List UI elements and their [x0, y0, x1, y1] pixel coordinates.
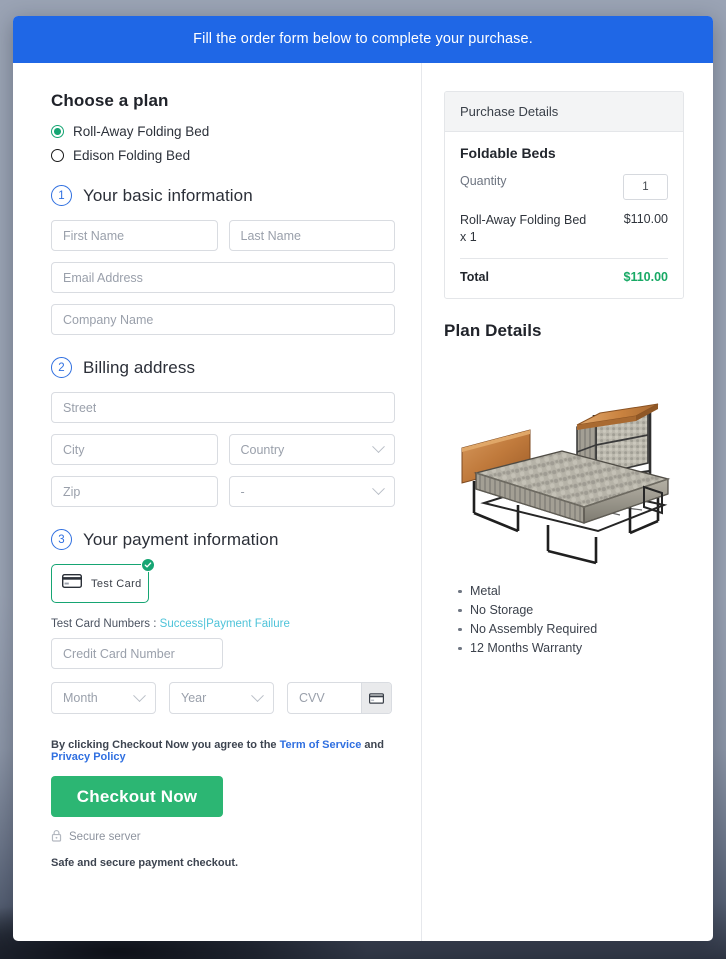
product-title: Foldable Beds	[460, 145, 556, 161]
last-name-input[interactable]: Last Name	[228, 220, 395, 251]
secure-server-note: Secure server	[51, 829, 395, 845]
checkout-now-button[interactable]: Checkout Now	[51, 776, 223, 817]
line-item-row: Roll-Away Folding Bed x 1 $110.00	[460, 212, 668, 246]
email-placeholder: Email Address	[63, 270, 143, 285]
state-select[interactable]: -	[228, 476, 395, 507]
choose-plan-heading: Choose a plan	[51, 91, 169, 110]
zip-placeholder: Zip	[63, 484, 81, 499]
purchase-details-body: Foldable Beds Quantity 1 Roll-Away Foldi…	[445, 132, 683, 298]
purchase-details-header: Purchase Details	[445, 92, 683, 132]
line-item-description: Roll-Away Folding Bed x 1	[460, 213, 587, 244]
state-placeholder: -	[240, 484, 245, 499]
legal-prefix: By clicking Checkout Now you agree to th…	[51, 739, 277, 751]
step-number-badge: 1	[51, 185, 72, 206]
payment-method-test-card[interactable]: Test Card	[51, 558, 155, 603]
street-placeholder: Street	[63, 400, 97, 415]
name-row: First Name Last Name	[51, 220, 395, 251]
step-title: Your payment information	[83, 529, 279, 549]
expiry-year-placeholder: Year	[181, 691, 207, 705]
first-name-input[interactable]: First Name	[51, 220, 218, 251]
country-placeholder: Country	[240, 442, 285, 457]
plan-details-heading: Plan Details	[444, 320, 542, 340]
lock-icon	[51, 829, 62, 845]
secure-server-label: Secure server	[69, 831, 141, 843]
credit-card-number-input[interactable]: Credit Card Number	[51, 638, 223, 669]
quantity-label: Quantity	[460, 174, 507, 188]
total-row: Total $110.00	[460, 257, 669, 284]
page-banner: Fill the order form below to complete yo…	[13, 16, 713, 63]
total-label: Total	[460, 269, 489, 284]
test-card-numbers-line: Test Card Numbers : Success|Payment Fail…	[51, 618, 395, 630]
company-row: Company Name	[51, 304, 395, 335]
street-input[interactable]: Street	[51, 392, 395, 423]
plan-option-edison[interactable]: Edison Folding Bed	[51, 148, 395, 163]
step-header-payment-information: 3 Your payment information	[51, 529, 395, 550]
plan-features-list: Metal No Storage No Assembly Required 12…	[444, 584, 684, 655]
chevron-down-icon	[372, 482, 385, 496]
zip-input[interactable]: Zip	[51, 476, 218, 507]
order-form-column: Choose a plan Roll-Away Folding Bed Edis…	[13, 63, 422, 941]
card-body: Choose a plan Roll-Away Folding Bed Edis…	[13, 63, 713, 941]
plan-option-roll-away[interactable]: Roll-Away Folding Bed	[51, 124, 395, 139]
checkout-card: Fill the order form below to complete yo…	[13, 16, 713, 941]
step-number-badge: 3	[51, 529, 72, 550]
list-item: No Assembly Required	[458, 622, 684, 636]
last-name-placeholder: Last Name	[240, 228, 301, 243]
country-select[interactable]: Country	[228, 434, 395, 465]
first-name-placeholder: First Name	[63, 228, 125, 243]
email-row: Email Address	[51, 262, 395, 293]
purchase-details-panel: Purchase Details Foldable Beds Quantity …	[444, 91, 684, 299]
cvv-placeholder: CVV	[299, 691, 325, 705]
list-item: No Storage	[458, 603, 684, 617]
city-placeholder: City	[63, 442, 85, 457]
chevron-down-icon	[133, 688, 146, 702]
step-header-basic-information: 1 Your basic information	[51, 185, 395, 206]
step-number-badge: 2	[51, 357, 72, 378]
company-placeholder: Company Name	[63, 312, 154, 327]
city-input[interactable]: City	[51, 434, 218, 465]
credit-card-icon	[61, 573, 83, 593]
summary-column: Purchase Details Foldable Beds Quantity …	[422, 63, 713, 941]
plan-option-label: Roll-Away Folding Bed	[73, 124, 210, 139]
expiry-month-select[interactable]: Month	[51, 682, 156, 714]
legal-agreement-text: By clicking Checkout Now you agree to th…	[51, 739, 395, 763]
zip-state-row: Zip -	[51, 476, 395, 507]
city-country-row: City Country	[51, 434, 395, 465]
email-input[interactable]: Email Address	[51, 262, 395, 293]
expiry-year-select[interactable]: Year	[169, 682, 274, 714]
test-card-success-link[interactable]: Success	[160, 618, 203, 630]
cvv-input[interactable]: CVV	[287, 682, 392, 714]
legal-conjunction: and	[364, 739, 384, 751]
list-item: Metal	[458, 584, 684, 598]
payment-method-label: Test Card	[91, 577, 142, 590]
terms-of-service-link[interactable]: Term of Service	[280, 739, 362, 751]
privacy-policy-link[interactable]: Privacy Policy	[51, 751, 126, 763]
radio-roll-away-icon[interactable]	[51, 125, 64, 138]
company-name-input[interactable]: Company Name	[51, 304, 395, 335]
credit-card-number-placeholder: Credit Card Number	[63, 646, 175, 661]
safe-checkout-note: Safe and secure payment checkout.	[51, 857, 239, 869]
expiry-cvv-row: Month Year CVV	[51, 682, 395, 714]
test-card-numbers-label: Test Card Numbers :	[51, 618, 157, 630]
test-card-failure-link[interactable]: Payment Failure	[206, 618, 290, 630]
line-item-price: $110.00	[623, 212, 668, 226]
expiry-month-placeholder: Month	[63, 691, 98, 705]
street-row: Street	[51, 392, 395, 423]
credit-card-icon	[361, 683, 391, 713]
chevron-down-icon	[251, 688, 264, 702]
credit-card-number-row: Credit Card Number	[51, 638, 395, 669]
step-title: Billing address	[83, 357, 196, 377]
list-item: 12 Months Warranty	[458, 641, 684, 655]
chevron-down-icon	[372, 440, 385, 454]
step-title: Your basic information	[83, 185, 253, 205]
radio-edison-icon[interactable]	[51, 149, 64, 162]
check-icon	[141, 558, 155, 572]
plan-option-label: Edison Folding Bed	[73, 148, 191, 163]
quantity-input[interactable]: 1	[623, 174, 668, 200]
total-value: $110.00	[623, 269, 669, 284]
rollaway-folding-bed-photo	[461, 403, 671, 565]
quantity-row: Quantity 1	[460, 174, 668, 200]
step-header-billing-address: 2 Billing address	[51, 357, 395, 378]
